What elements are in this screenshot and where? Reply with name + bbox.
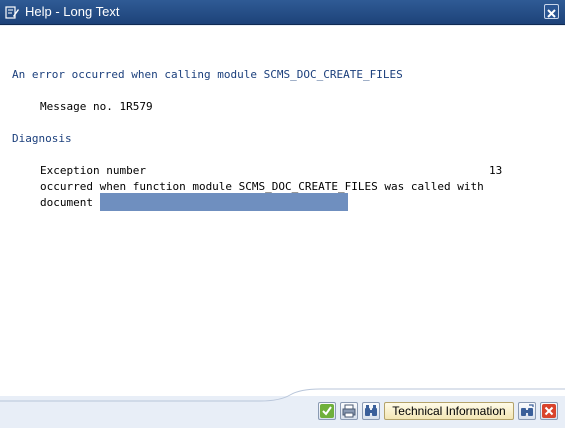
print-icon [342,404,356,418]
check-icon [320,404,334,418]
continue-button[interactable] [318,402,336,420]
message-number: Message no. 1R579 [40,100,153,113]
find-next-button[interactable] [518,402,536,420]
title-bar: Help - Long Text [0,0,565,25]
diagnosis-line: occurred when function module SCMS_DOC_C… [40,180,484,193]
cancel-button[interactable] [540,402,558,420]
find-next-icon [521,404,534,416]
redacted-document-value [100,193,348,211]
technical-information-button[interactable]: Technical Information [384,402,514,420]
print-button[interactable] [340,402,358,420]
long-text-content [0,26,565,396]
exception-label: Exception number [40,164,146,177]
close-icon [547,9,556,18]
error-heading: An error occurred when calling module SC… [12,68,403,81]
window-title: Help - Long Text [25,4,120,19]
footer-divider [0,388,565,402]
find-button[interactable] [362,402,380,420]
exception-value: 13 [489,164,503,177]
find-icon [365,405,377,416]
document-label: document [40,196,93,209]
cancel-icon [542,404,556,418]
edit-document-icon [5,5,20,20]
close-button[interactable] [544,4,559,19]
section-title-diagnosis: Diagnosis [12,132,72,145]
